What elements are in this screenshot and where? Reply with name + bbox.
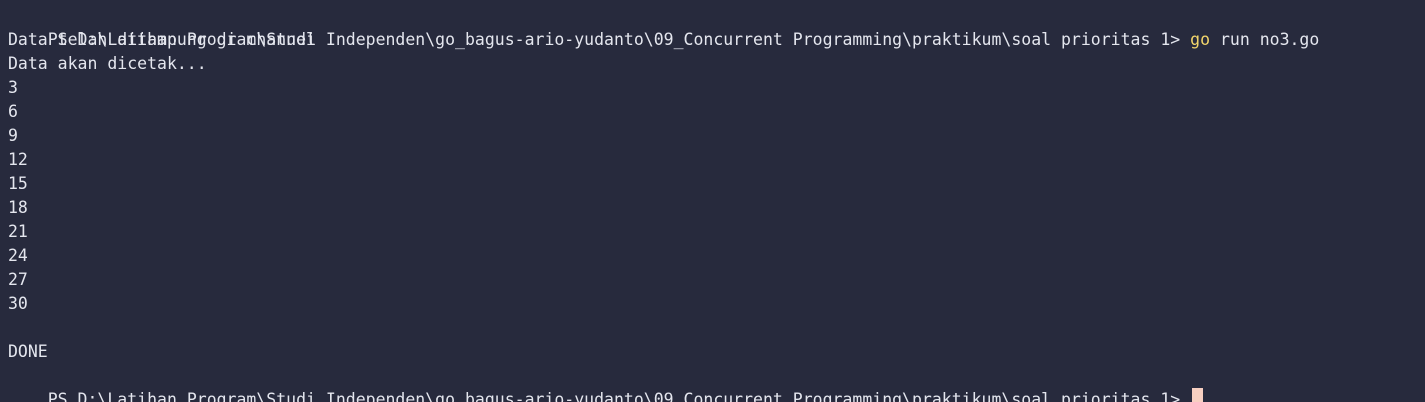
output-line: 15 bbox=[8, 174, 28, 193]
output-line: 6 bbox=[8, 102, 18, 121]
terminal-window[interactable]: PS D:\Latihan Program\Studi Independen\g… bbox=[0, 0, 1425, 402]
output-line: DONE bbox=[8, 342, 48, 361]
output-line: Data akan dicetak... bbox=[8, 54, 207, 73]
prompt: PS D:\Latihan Program\Studi Independen\g… bbox=[47, 390, 1191, 402]
output-line: 24 bbox=[8, 246, 28, 265]
output-line: 12 bbox=[8, 150, 28, 169]
output-line: 21 bbox=[8, 222, 28, 241]
command-line: PS D:\Latihan Program\Studi Independen\g… bbox=[8, 4, 1425, 49]
output-line: 9 bbox=[8, 126, 18, 145]
text-cursor bbox=[1192, 388, 1204, 402]
input-line[interactable]: PS D:\Latihan Program\Studi Independen\g… bbox=[8, 364, 1425, 402]
command-args: run no3.go bbox=[1210, 30, 1320, 49]
output-line: 18 bbox=[8, 198, 28, 217]
output-line: 30 bbox=[8, 294, 28, 313]
output-line: 27 bbox=[8, 270, 28, 289]
output-line: 3 bbox=[8, 78, 18, 97]
command-keyword: go bbox=[1190, 30, 1211, 49]
